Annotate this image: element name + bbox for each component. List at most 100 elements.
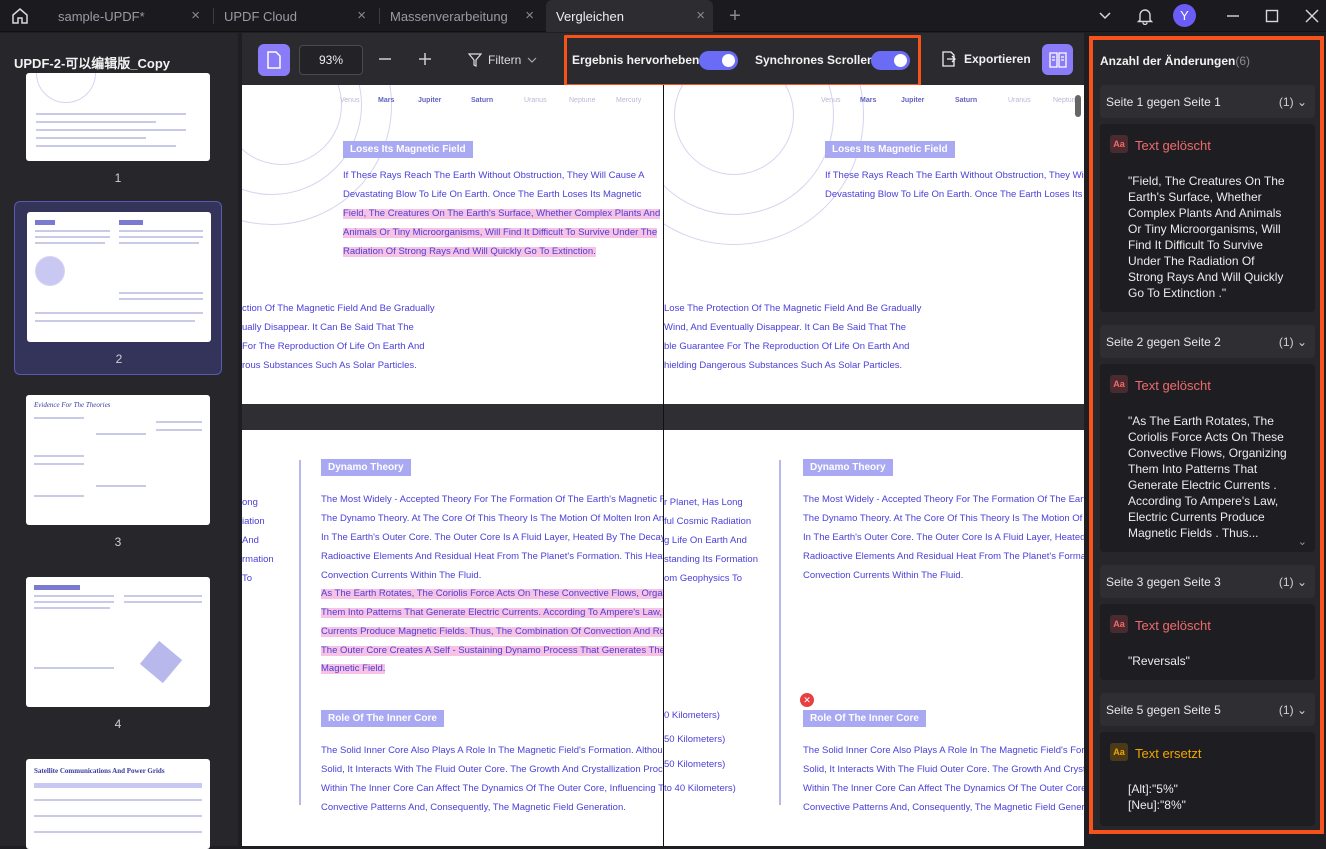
- planet-label: Uranus: [1008, 97, 1031, 104]
- text-line: If These Rays Reach The Earth Without Ob…: [825, 170, 1084, 181]
- text-line: The Dynamo Theory. At The Core Of This T…: [321, 513, 663, 524]
- deleted-text-line: Them Into Patterns That Generate Electri…: [321, 608, 663, 618]
- margin-text: rmation: [242, 554, 274, 565]
- deleted-text-line: Radiation Of Strong Rays And Will Quickl…: [343, 246, 596, 257]
- text-line: Solid, It Interacts With The Fluid Outer…: [803, 764, 1084, 775]
- thumbnail-page-4[interactable]: 4: [14, 577, 222, 737]
- page-thumbnail: Satellite Communications And Power Grids: [26, 759, 210, 849]
- section-heading: Dynamo Theory: [321, 459, 411, 476]
- chevron-down-icon[interactable]: ⌄: [1297, 95, 1307, 109]
- text-deleted-icon: Aa: [1110, 615, 1128, 633]
- text-line: Convection Currents Within The Fluid.: [321, 570, 482, 581]
- thumbnail-page-1[interactable]: 1: [14, 73, 222, 189]
- zoom-in-icon[interactable]: [418, 45, 432, 81]
- close-icon[interactable]: ×: [696, 7, 705, 24]
- change-group-page-3[interactable]: Seite 3 gegen Seite 3 (1) ⌄: [1100, 565, 1315, 598]
- tab-updf-cloud[interactable]: UPDF Cloud ×: [214, 0, 374, 32]
- avatar[interactable]: Y: [1173, 4, 1196, 27]
- sync-scroll-toggle[interactable]: [871, 51, 910, 70]
- document-icon: [267, 51, 281, 69]
- change-card[interactable]: Aa Text gelöscht "Field, The Creatures O…: [1100, 124, 1315, 312]
- right-document-view[interactable]: Venus Mars Jupiter Saturn Uranus Neptune…: [664, 85, 1084, 846]
- change-type: Text gelöscht: [1135, 378, 1211, 393]
- text-line: Convective Patterns And, Consequently, T…: [803, 802, 1084, 813]
- planet-label: Neptune: [569, 97, 596, 104]
- planet-label: Venus: [821, 97, 841, 104]
- tab-sample-updf[interactable]: sample-UPDF* ×: [48, 0, 208, 32]
- side-by-side-view-button[interactable]: [1042, 44, 1073, 75]
- export-icon: [942, 51, 956, 67]
- change-card[interactable]: Aa Text ersetzt [Alt]:"5%" [Neu]:"8%": [1100, 732, 1315, 826]
- tab-massenverarbeitung[interactable]: Massenverarbeitung ×: [380, 0, 542, 32]
- text-line: Lose The Protection Of The Magnetic Fiel…: [664, 303, 922, 314]
- group-label: Seite 1 gegen Seite 1: [1106, 95, 1221, 109]
- deleted-text-line: Animals Or Tiny Microorganisms, Will Fin…: [343, 227, 658, 238]
- maximize-icon[interactable]: [1260, 4, 1284, 28]
- margin-text: iation: [242, 516, 265, 527]
- export-button[interactable]: Exportieren: [940, 50, 1031, 68]
- planet-label: Uranus: [524, 97, 547, 104]
- export-label: Exportieren: [964, 52, 1031, 66]
- document-view-button[interactable]: [258, 44, 290, 76]
- divider-line: [779, 460, 781, 805]
- text-line: ble Guarantee For The Reproduction Of Li…: [664, 341, 910, 352]
- margin-text: om Geophysics To: [664, 573, 742, 584]
- highlight-result-toggle[interactable]: [699, 51, 738, 70]
- filter-button[interactable]: Filtern: [468, 45, 537, 75]
- zoom-out-icon[interactable]: [378, 45, 392, 81]
- change-text: "Reversals": [1128, 654, 1190, 668]
- planet-label: Saturn: [471, 97, 494, 104]
- planet-label: Mars: [378, 97, 395, 104]
- chevron-down-icon[interactable]: ⌄: [1297, 335, 1307, 349]
- change-group-page-1[interactable]: Seite 1 gegen Seite 1 (1) ⌄: [1100, 85, 1315, 118]
- thumbnail-page-2[interactable]: 2: [14, 201, 222, 375]
- tab-vergleichen[interactable]: Vergleichen ×: [546, 0, 713, 32]
- page-thumbnail: [26, 577, 210, 707]
- chevron-down-icon[interactable]: ⌄: [1297, 703, 1307, 717]
- home-icon[interactable]: [8, 4, 32, 28]
- text-line: In The Earth's Outer Core. The Outer Cor…: [321, 532, 663, 543]
- changes-panel: Anzahl der Änderungen(6) Seite 1 gegen S…: [1089, 36, 1324, 834]
- change-text: "As The Earth Rotates, The Coriolis Forc…: [1128, 414, 1287, 540]
- text-line: Within The Inner Core Can Affect The Dyn…: [321, 783, 663, 794]
- change-group-page-2[interactable]: Seite 2 gegen Seite 2 (1) ⌄: [1100, 325, 1315, 358]
- text-line: Devastating Blow To Life On Earth. Once …: [825, 189, 1084, 200]
- left-document-view[interactable]: Venus Mars Jupiter Saturn Uranus Neptune…: [242, 85, 663, 846]
- change-group-page-5[interactable]: Seite 5 gegen Seite 5 (1) ⌄: [1100, 693, 1315, 726]
- changes-count: (6): [1235, 54, 1251, 68]
- text-line: Within The Inner Core Can Affect The Dyn…: [803, 783, 1084, 794]
- close-icon[interactable]: ×: [191, 7, 200, 24]
- close-icon[interactable]: ×: [357, 7, 366, 24]
- thumbnail-page-5[interactable]: Satellite Communications And Power Grids: [14, 759, 222, 849]
- change-card[interactable]: Aa Text gelöscht "As The Earth Rotates, …: [1100, 364, 1315, 552]
- section-heading: Loses Its Magnetic Field: [825, 141, 955, 158]
- divider-line: [299, 460, 301, 805]
- scrollbar[interactable]: [1075, 95, 1081, 117]
- text-line: Radioactive Elements And Residual Heat F…: [803, 551, 1084, 562]
- minimize-icon[interactable]: [1221, 4, 1245, 28]
- group-label: Seite 3 gegen Seite 3: [1106, 575, 1221, 589]
- change-marker-icon[interactable]: ✕: [800, 693, 814, 707]
- bell-icon[interactable]: [1133, 4, 1157, 28]
- page-number: 4: [114, 717, 122, 731]
- expand-chevron-icon[interactable]: ⌄: [1298, 535, 1307, 548]
- zoom-input[interactable]: 93%: [299, 45, 363, 75]
- margin-text: ful Cosmic Radiation: [664, 516, 752, 527]
- filter-icon: [468, 53, 482, 67]
- change-text: "Field, The Creatures On The Earth's Sur…: [1128, 174, 1285, 300]
- text-line: The Solid Inner Core Also Plays A Role I…: [803, 745, 1084, 756]
- chevron-down-icon[interactable]: ⌄: [1297, 575, 1307, 589]
- close-icon[interactable]: ×: [525, 7, 534, 24]
- planet-label: Jupiter: [901, 97, 925, 104]
- add-tab-icon[interactable]: +: [723, 4, 747, 28]
- text-line: Radioactive Elements And Residual Heat F…: [321, 551, 663, 562]
- text-line: In The Earth's Outer Core. The Outer Cor…: [803, 532, 1084, 543]
- deleted-text-line: Magnetic Field.: [321, 663, 386, 674]
- chevron-down-icon[interactable]: [1093, 4, 1117, 28]
- close-window-icon[interactable]: [1300, 4, 1324, 28]
- change-card[interactable]: Aa Text gelöscht "Reversals": [1100, 604, 1315, 680]
- page-number: 2: [115, 352, 123, 366]
- thumbnail-page-3[interactable]: Evidence For The Theories 3: [14, 395, 222, 555]
- margin-text: r Planet, Has Long: [664, 497, 743, 508]
- text-line: If These Rays Reach The Earth Without Ob…: [343, 170, 645, 181]
